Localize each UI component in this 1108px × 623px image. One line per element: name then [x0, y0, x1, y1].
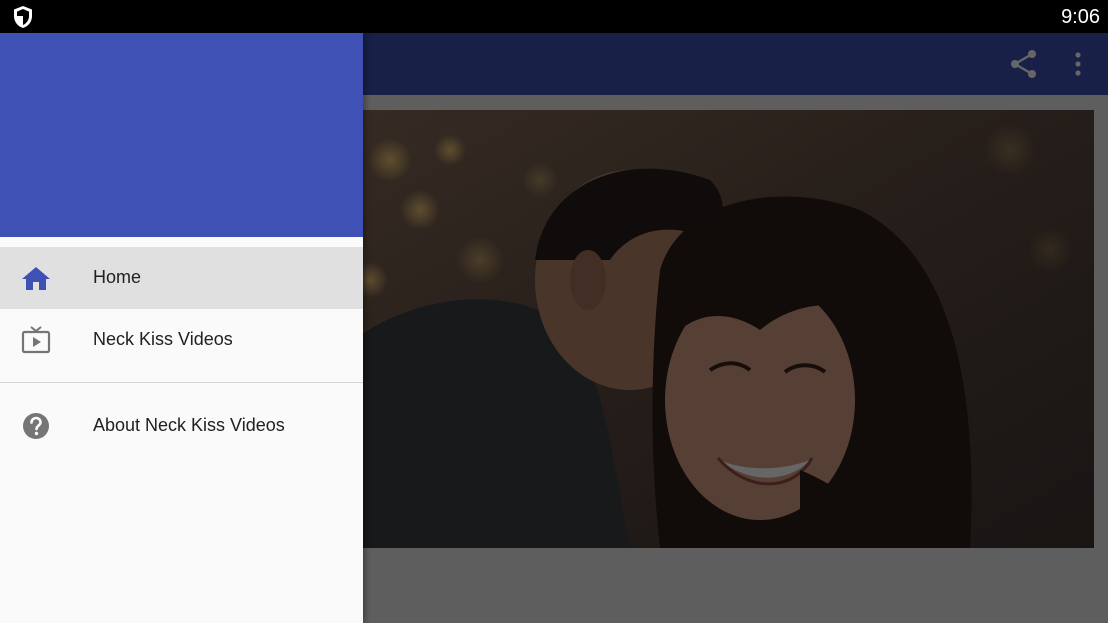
drawer-header	[0, 33, 363, 237]
nav-item-label: Home	[93, 267, 142, 287]
nav-item-about[interactable]: About Neck Kiss Videos	[0, 395, 363, 457]
live-tv-icon	[21, 326, 51, 354]
status-time: 9:06	[1061, 6, 1100, 28]
nav-item-neck-kiss-videos[interactable]: Neck Kiss Videos	[0, 309, 363, 371]
drawer-divider	[0, 382, 363, 383]
shield-icon	[14, 6, 32, 28]
nav-item-home[interactable]: Home	[0, 247, 363, 309]
help-icon	[23, 413, 49, 439]
home-icon	[22, 267, 50, 290]
android-screen: 9:06 Home Neck Kiss Videos About Neck Ki…	[0, 0, 1108, 623]
nav-item-label: About Neck Kiss Videos	[93, 415, 285, 435]
status-bar: 9:06	[0, 0, 1108, 33]
navigation-drawer: Home Neck Kiss Videos About Neck Kiss Vi…	[0, 33, 363, 623]
nav-item-label: Neck Kiss Videos	[93, 329, 233, 349]
